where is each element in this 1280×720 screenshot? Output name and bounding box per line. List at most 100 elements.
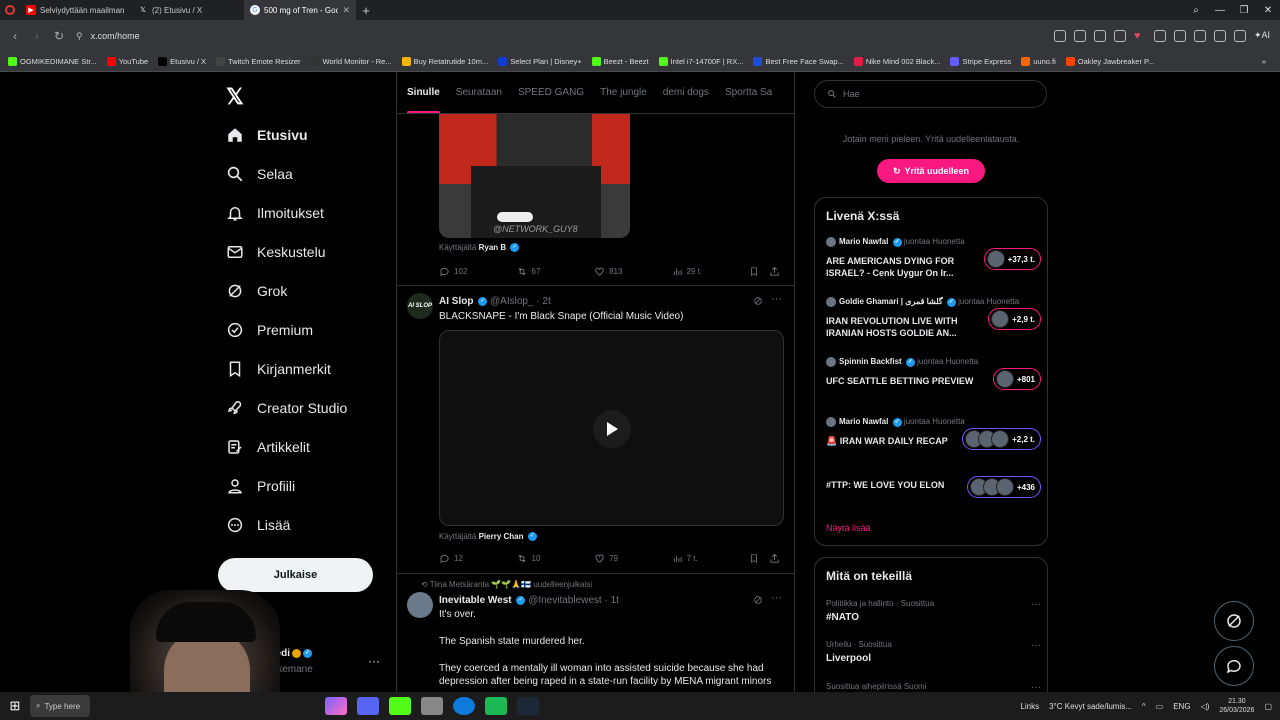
bookmark-item[interactable]: Etusivu / X xyxy=(158,57,206,66)
volume-icon[interactable]: ◁) xyxy=(1201,702,1210,711)
forward-icon[interactable]: › xyxy=(26,29,48,43)
grok-icon[interactable] xyxy=(753,594,763,608)
cube-icon[interactable] xyxy=(1233,30,1246,42)
profile-icon[interactable] xyxy=(1193,30,1206,42)
url-field[interactable]: ⚲ x.com/home xyxy=(76,25,1036,47)
taskbar-search[interactable]: ⌕ Type here xyxy=(30,695,90,717)
edit-icon[interactable] xyxy=(1053,30,1066,42)
retry-button[interactable]: ↻ Yritä uudelleen xyxy=(877,159,985,183)
tweet-handle[interactable]: @Inevitablewest · 1t xyxy=(528,595,619,606)
like-button[interactable]: 79 xyxy=(594,553,672,564)
listeners-pill[interactable]: +801 xyxy=(992,368,1041,390)
back-icon[interactable]: ‹ xyxy=(4,29,26,43)
views-button[interactable]: 29 t. xyxy=(672,266,750,277)
nav-item-premium[interactable]: Premium xyxy=(226,316,313,344)
bookmark-item[interactable]: Stripe Express xyxy=(950,57,1011,66)
bookmark-item[interactable]: Beezt - Beezt xyxy=(591,57,649,66)
listeners-pill[interactable]: +436 xyxy=(966,476,1041,498)
nav-item-selaa[interactable]: Selaa xyxy=(226,160,293,188)
opera-menu-icon[interactable] xyxy=(0,0,20,20)
reply-button[interactable]: 102 xyxy=(439,266,516,277)
trend-more-icon[interactable]: ··· xyxy=(1031,640,1041,651)
bookmark-button[interactable] xyxy=(749,266,769,277)
search-input[interactable]: Hae xyxy=(814,80,1047,108)
trend-item[interactable]: Politiikka ja hallinto · Suosittua #NATO ·… xyxy=(826,599,1041,623)
close-window-icon[interactable]: ✕ xyxy=(1256,5,1280,16)
edge-app-icon[interactable] xyxy=(453,697,475,715)
links-toolbar[interactable]: Links xyxy=(1020,702,1039,711)
reload-icon[interactable]: ↻ xyxy=(48,29,70,43)
reply-button[interactable]: 12 xyxy=(439,553,516,564)
post-button[interactable]: Julkaise xyxy=(218,558,373,592)
site-info-icon[interactable]: ⚲ xyxy=(76,31,83,42)
menu-icon[interactable] xyxy=(1173,30,1186,42)
trend-item[interactable]: Urheilu · Suosittua Liverpool ··· xyxy=(826,640,1041,664)
browser-tab-active[interactable]: G 500 mg of Tren - Goog ✕ xyxy=(244,0,356,20)
bookmark-item[interactable]: Oakley Jawbreaker P... xyxy=(1065,57,1154,66)
feed-tab[interactable]: demi dogs xyxy=(663,72,709,113)
play-app-icon[interactable] xyxy=(485,697,507,715)
listeners-pill[interactable]: +37,3 t. xyxy=(983,248,1041,270)
play-icon[interactable] xyxy=(593,410,631,448)
maximize-icon[interactable]: ❐ xyxy=(1232,5,1256,16)
kick-app-icon[interactable] xyxy=(389,697,411,715)
share-button[interactable] xyxy=(769,266,784,277)
like-button[interactable]: 813 xyxy=(594,266,672,277)
nav-item-creator-studio[interactable]: Creator Studio xyxy=(226,394,347,422)
copilot-app-icon[interactable] xyxy=(325,697,347,715)
tweet-video-thumbnail[interactable]: @NETWORK_GUY8 xyxy=(439,114,630,238)
bookmark-item[interactable]: uuno.fi xyxy=(1021,57,1056,66)
feed-tab[interactable]: The jungle xyxy=(600,72,647,113)
discord-app-icon[interactable] xyxy=(357,697,379,715)
avatar[interactable] xyxy=(407,592,433,618)
ai-icon[interactable]: ✦AI xyxy=(1254,30,1270,42)
grok-fab-button[interactable] xyxy=(1214,601,1254,641)
avatar[interactable]: AI SLOP xyxy=(407,293,433,319)
nav-item-artikkelit[interactable]: Artikkelit xyxy=(226,433,310,461)
tweet-handle[interactable]: @AIslop_ · 2t xyxy=(490,296,551,307)
feed-tab[interactable]: SPEED GANG xyxy=(518,72,584,113)
trend-more-icon[interactable]: ··· xyxy=(1031,599,1041,610)
listeners-pill[interactable]: +2,9 t. xyxy=(988,308,1041,330)
feed-tab[interactable]: Seurataan xyxy=(456,72,502,113)
close-tab-icon[interactable]: ✕ xyxy=(342,5,350,16)
bookmark-button[interactable] xyxy=(749,553,769,564)
feed-tab[interactable]: Sinulle xyxy=(407,72,440,113)
nav-item-lisää[interactable]: Lisää xyxy=(226,511,290,539)
share-button[interactable] xyxy=(769,553,784,564)
play-icon[interactable] xyxy=(1113,30,1126,42)
download-icon[interactable] xyxy=(1153,30,1166,42)
tweet-author-name[interactable]: Inevitable West xyxy=(439,595,512,606)
tweet-author-name[interactable]: AI Slop xyxy=(439,296,473,307)
tray-chevron-icon[interactable]: ^ xyxy=(1142,702,1146,711)
bookmark-item[interactable]: Intel i7-14700F | RX... xyxy=(658,57,743,66)
repost-indicator-text[interactable]: Tiina Metsäranta 🌱🌱🙏🇫🇮 uudelleenjulkaisi xyxy=(430,580,592,589)
repost-button[interactable]: 67 xyxy=(516,266,595,277)
network-icon[interactable]: ▭ xyxy=(1156,702,1164,711)
bookmark-item[interactable]: World Monitor - Re... xyxy=(310,57,392,66)
browser-tab[interactable]: 𝕏 (2) Etusivu / X xyxy=(132,0,244,20)
bookmark-item[interactable]: Nike Mind 002 Black... xyxy=(853,57,940,66)
grok-icon[interactable] xyxy=(753,295,763,309)
feed-tab[interactable]: Sportta Sa xyxy=(725,72,772,113)
bookmark-item[interactable]: Buy Retatrutide 10m... xyxy=(401,57,488,66)
weather-widget[interactable]: 3°C Kevyt sade/lumis... xyxy=(1049,702,1132,711)
windows-start-icon[interactable]: ⊞ xyxy=(0,698,30,714)
app-icon[interactable] xyxy=(421,697,443,715)
live-space-item[interactable]: Mario Nawfal ✓ juontaa Huonetta ARE AMERI… xyxy=(826,237,1041,281)
live-space-item[interactable]: Goldie Ghamari | گلشا قمری ✓ juontaa Huo… xyxy=(826,297,1041,341)
language-indicator[interactable]: ENG xyxy=(1173,702,1190,711)
new-tab-icon[interactable]: + xyxy=(356,3,376,18)
search-tabs-icon[interactable]: ⌕ xyxy=(1184,5,1208,16)
bookmark-item[interactable]: YouTube xyxy=(106,57,148,66)
x-logo-icon[interactable]: 𝕏 xyxy=(226,84,244,110)
nav-item-ilmoitukset[interactable]: Ilmoitukset xyxy=(226,199,324,227)
tweet-more-icon[interactable]: ··· xyxy=(771,293,782,305)
bookmarks-overflow-icon[interactable]: » xyxy=(1262,57,1280,66)
nav-item-profiili[interactable]: Profiili xyxy=(226,472,295,500)
clock[interactable]: 21.30 26/03/2026 xyxy=(1219,697,1254,715)
steam-app-icon[interactable] xyxy=(517,697,539,715)
bookmark-item[interactable]: Select Plan | Disney+ xyxy=(498,57,582,66)
show-more-link[interactable]: Näytä lisää xyxy=(826,523,871,533)
nav-item-keskustelu[interactable]: Keskustelu xyxy=(226,238,325,266)
